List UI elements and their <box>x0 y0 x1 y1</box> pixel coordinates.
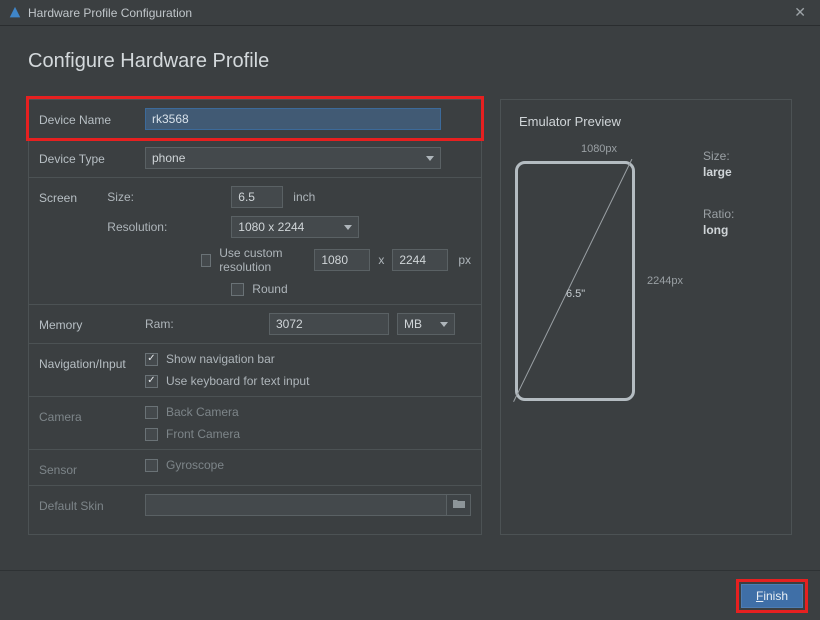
preview-height-label: 2244px <box>647 161 683 401</box>
chevron-down-icon <box>344 225 352 230</box>
browse-skin-button[interactable] <box>447 494 471 516</box>
preview-ratio-val: long <box>703 223 734 237</box>
chevron-down-icon <box>440 322 448 327</box>
close-icon[interactable]: ✕ <box>788 4 812 21</box>
back-camera-label: Back Camera <box>166 405 239 419</box>
use-custom-res-checkbox[interactable]: Use custom resolution <box>201 246 307 274</box>
res-x-separator: x <box>378 253 384 267</box>
front-camera-label: Front Camera <box>166 427 240 441</box>
finish-button-label: Finish <box>756 589 788 603</box>
window-title: Hardware Profile Configuration <box>28 6 192 20</box>
folder-icon <box>453 498 465 512</box>
row-sensor: Sensor Gyroscope <box>29 450 481 486</box>
row-nav-input: Navigation/Input Show navigation bar Use… <box>29 344 481 397</box>
front-camera-checkbox[interactable]: Front Camera <box>145 427 240 441</box>
screen-size-unit: inch <box>293 190 315 204</box>
title-bar: Hardware Profile Configuration ✕ <box>0 0 820 26</box>
row-screen: Screen Size: inch Resolution: 1080 x 224… <box>29 178 481 305</box>
page-title: Configure Hardware Profile <box>28 50 792 73</box>
round-label: Round <box>252 282 287 296</box>
device-outline: 6.5" <box>515 161 635 401</box>
label-screen: Screen <box>39 186 107 205</box>
ram-unit-select[interactable]: MB <box>397 313 455 335</box>
preview-ratio-key: Ratio: <box>703 207 734 221</box>
custom-res-width-input[interactable] <box>314 249 370 271</box>
use-custom-res-label: Use custom resolution <box>219 246 307 274</box>
row-default-skin: Default Skin <box>29 486 481 524</box>
chevron-down-icon <box>426 156 434 161</box>
ram-label: Ram: <box>145 317 269 331</box>
use-keyboard-checkbox[interactable]: Use keyboard for text input <box>145 374 309 388</box>
screen-size-input[interactable] <box>231 186 283 208</box>
gyroscope-label: Gyroscope <box>166 458 224 472</box>
screen-res-value: 1080 x 2244 <box>238 220 304 234</box>
form-panel: Device Name Device Type phone Screen <box>28 99 482 535</box>
app-icon <box>8 6 22 20</box>
use-keyboard-label: Use keyboard for text input <box>166 374 309 388</box>
show-nav-label: Show navigation bar <box>166 352 275 366</box>
label-device-type: Device Type <box>39 147 145 166</box>
preview-diagonal: 6.5" <box>566 288 585 300</box>
label-sensor: Sensor <box>39 458 145 477</box>
device-type-value: phone <box>152 151 185 165</box>
label-memory: Memory <box>39 313 145 332</box>
row-device-type: Device Type phone <box>29 139 481 178</box>
back-camera-checkbox[interactable]: Back Camera <box>145 405 239 419</box>
screen-size-label: Size: <box>107 190 231 204</box>
label-camera: Camera <box>39 405 145 424</box>
row-camera: Camera Back Camera Front Camera <box>29 397 481 450</box>
label-default-skin: Default Skin <box>39 494 145 513</box>
preview-size-key: Size: <box>703 149 734 163</box>
finish-button[interactable]: Finish <box>741 584 803 608</box>
preview-panel: Emulator Preview 1080px 6.5" 2244px Size… <box>500 99 792 535</box>
screen-res-select[interactable]: 1080 x 2244 <box>231 216 359 238</box>
label-nav-input: Navigation/Input <box>39 352 145 371</box>
ram-unit-value: MB <box>404 317 422 331</box>
res-unit: px <box>458 253 471 267</box>
show-nav-checkbox[interactable]: Show navigation bar <box>145 352 275 366</box>
row-memory: Memory Ram: MB <box>29 305 481 344</box>
custom-res-height-input[interactable] <box>392 249 448 271</box>
default-skin-select[interactable] <box>145 494 447 516</box>
preview-title: Emulator Preview <box>519 114 773 129</box>
screen-res-label: Resolution: <box>107 220 231 234</box>
preview-size-val: large <box>703 165 734 179</box>
round-checkbox[interactable]: Round <box>231 282 287 296</box>
preview-width-label: 1080px <box>581 143 617 155</box>
label-device-name: Device Name <box>39 108 145 127</box>
footer: Finish <box>0 570 820 620</box>
gyroscope-checkbox[interactable]: Gyroscope <box>145 458 224 472</box>
ram-input[interactable] <box>269 313 389 335</box>
row-device-name: Device Name <box>29 100 481 139</box>
device-type-select[interactable]: phone <box>145 147 441 169</box>
device-name-input[interactable] <box>145 108 441 130</box>
